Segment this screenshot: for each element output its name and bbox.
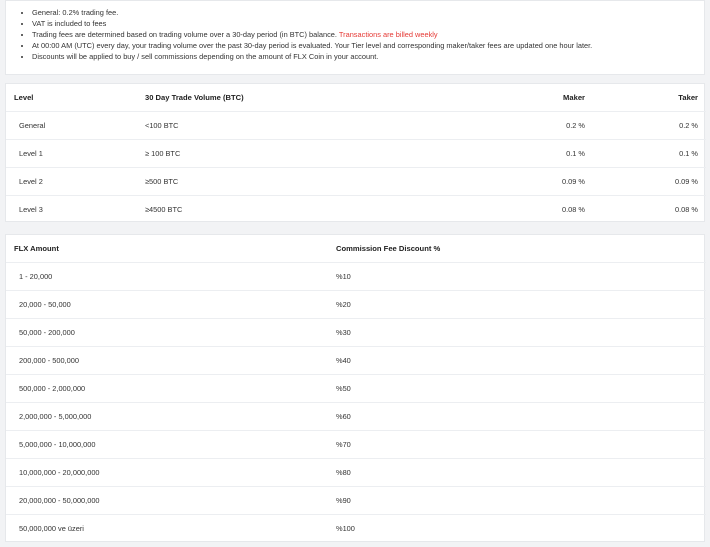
- cell-taker: 0.09 %: [674, 176, 698, 186]
- cell-discount: %20: [336, 299, 351, 309]
- table-row: Level 3 ≥4500 BTC 0.08 % 0.08 %: [6, 195, 706, 223]
- cell-level: Level 2: [19, 176, 43, 186]
- cell-volume: ≥ 100 BTC: [145, 148, 181, 158]
- note-text: At 00:00 AM (UTC) every day, your tradin…: [32, 41, 593, 50]
- header-maker: Maker: [563, 92, 585, 102]
- fee-page: General: 0.2% trading fee. VAT is includ…: [5, 0, 706, 542]
- table-row: 500,000 - 2,000,000 %50: [6, 374, 706, 402]
- header-volume: 30 Day Trade Volume (BTC): [145, 92, 244, 102]
- note-text: Discounts will be applied to buy / sell …: [32, 52, 379, 61]
- cell-amount: 50,000 - 200,000: [19, 327, 75, 337]
- cell-volume: ≥500 BTC: [145, 176, 179, 186]
- cell-discount: %60: [336, 411, 351, 421]
- table-header-row: FLX Amount Commission Fee Discount %: [6, 235, 706, 262]
- cell-discount: %50: [336, 383, 351, 393]
- cell-maker: 0.08 %: [561, 204, 585, 214]
- table-row: 50,000,000 ve üzeri %100: [6, 514, 706, 542]
- cell-amount: 2,000,000 - 5,000,000: [19, 411, 92, 421]
- note-highlight: Transactions are billed weekly: [338, 30, 438, 39]
- table-row: 20,000,000 - 50,000,000 %90: [6, 486, 706, 514]
- cell-discount: %10: [336, 271, 351, 281]
- header-level: Level: [14, 92, 34, 102]
- note-item: General: 0.2% trading fee.: [32, 7, 696, 18]
- fee-tier-table: Level 30 Day Trade Volume (BTC) Maker Ta…: [6, 84, 706, 223]
- cell-discount: %40: [336, 355, 351, 365]
- table-row: 20,000 - 50,000 %20: [6, 290, 706, 318]
- cell-discount: %30: [336, 327, 351, 337]
- cell-amount: 5,000,000 - 10,000,000: [19, 439, 96, 449]
- table-row: Level 1 ≥ 100 BTC 0.1 % 0.1 %: [6, 139, 706, 167]
- cell-taker: 0.08 %: [674, 204, 698, 214]
- cell-discount: %100: [336, 523, 355, 533]
- table-header-row: Level 30 Day Trade Volume (BTC) Maker Ta…: [6, 84, 706, 111]
- cell-maker: 0.1 %: [566, 148, 585, 158]
- cell-volume: <100 BTC: [145, 120, 179, 130]
- cell-amount: 20,000,000 - 50,000,000: [19, 495, 100, 505]
- table-row: 2,000,000 - 5,000,000 %60: [6, 402, 706, 430]
- note-text: Trading fees are determined based on tra…: [32, 30, 339, 39]
- cell-maker: 0.2 %: [566, 120, 585, 130]
- cell-amount: 500,000 - 2,000,000: [19, 383, 86, 393]
- cell-level: General: [19, 120, 46, 130]
- note-item: VAT is included to fees: [32, 18, 696, 29]
- table-row: 200,000 - 500,000 %40: [6, 346, 706, 374]
- cell-amount: 20,000 - 50,000: [19, 299, 71, 309]
- note-item: Discounts will be applied to buy / sell …: [32, 51, 696, 62]
- note-text: VAT is included to fees: [32, 19, 107, 28]
- header-flx-amount: FLX Amount: [14, 243, 59, 253]
- cell-amount: 50,000,000 ve üzeri: [19, 523, 84, 533]
- cell-amount: 10,000,000 - 20,000,000: [19, 467, 100, 477]
- note-item: Trading fees are determined based on tra…: [32, 29, 696, 40]
- table-row: 10,000,000 - 20,000,000 %80: [6, 458, 706, 486]
- note-text: General: 0.2% trading fee.: [32, 8, 119, 17]
- fee-notes-list: General: 0.2% trading fee. VAT is includ…: [24, 7, 696, 62]
- cell-volume: ≥4500 BTC: [145, 204, 183, 214]
- cell-amount: 1 - 20,000: [19, 271, 53, 281]
- cell-amount: 200,000 - 500,000: [19, 355, 79, 365]
- cell-discount: %90: [336, 495, 351, 505]
- cell-level: Level 1: [19, 148, 43, 158]
- flx-discount-table: FLX Amount Commission Fee Discount % 1 -…: [6, 235, 706, 542]
- fee-tier-table-card: Level 30 Day Trade Volume (BTC) Maker Ta…: [5, 83, 706, 223]
- table-row: General <100 BTC 0.2 % 0.2 %: [6, 111, 706, 139]
- flx-discount-table-card: FLX Amount Commission Fee Discount % 1 -…: [5, 234, 706, 542]
- cell-maker: 0.09 %: [561, 176, 585, 186]
- table-row: 1 - 20,000 %10: [6, 262, 706, 290]
- header-discount: Commission Fee Discount %: [336, 243, 441, 253]
- cell-discount: %70: [336, 439, 351, 449]
- cell-taker: 0.2 %: [679, 120, 698, 130]
- fee-notes-card: General: 0.2% trading fee. VAT is includ…: [5, 0, 705, 75]
- note-item: At 00:00 AM (UTC) every day, your tradin…: [32, 40, 696, 51]
- table-row: Level 2 ≥500 BTC 0.09 % 0.09 %: [6, 167, 706, 195]
- cell-taker: 0.1 %: [679, 148, 698, 158]
- header-taker: Taker: [678, 92, 698, 102]
- cell-discount: %80: [336, 467, 351, 477]
- cell-level: Level 3: [19, 204, 43, 214]
- table-row: 50,000 - 200,000 %30: [6, 318, 706, 346]
- table-row: 5,000,000 - 10,000,000 %70: [6, 430, 706, 458]
